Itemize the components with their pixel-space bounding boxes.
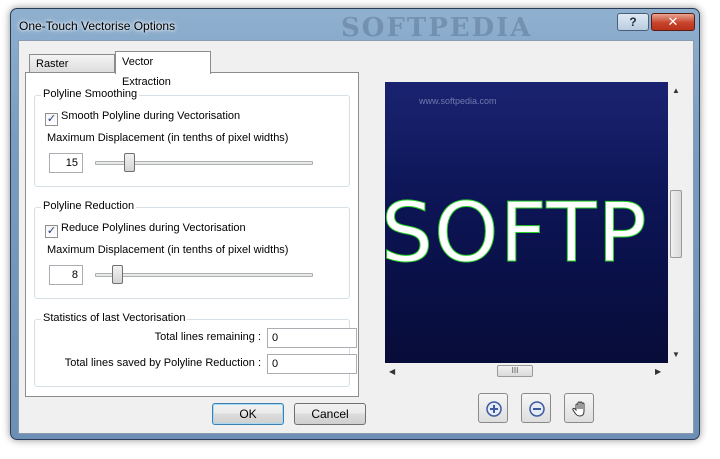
preview-vectorised-text: SOFTP <box>385 186 648 282</box>
scroll-up-arrow-icon[interactable]: ▲ <box>672 86 680 95</box>
statistics-legend: Statistics of last Vectorisation <box>41 312 188 324</box>
zoom-out-button[interactable] <box>521 393 551 423</box>
lines-saved-field: 0 <box>267 354 357 374</box>
cancel-button[interactable]: Cancel <box>294 403 366 425</box>
horizontal-scroll-thumb[interactable]: III <box>497 365 533 377</box>
smoothing-slider-thumb[interactable] <box>123 153 135 172</box>
tab-vector-extraction[interactable]: Vector Extraction <box>115 51 211 88</box>
zoom-in-icon <box>486 401 502 417</box>
help-button[interactable]: ? <box>617 13 649 31</box>
zoom-out-icon <box>529 401 545 417</box>
close-button[interactable]: ✕ <box>651 13 695 31</box>
preview-canvas[interactable]: www.softpedia.com SOFTP <box>385 82 668 363</box>
lines-remaining-field: 0 <box>267 328 357 348</box>
vertical-scroll-thumb[interactable] <box>670 190 682 258</box>
reduction-slider-track[interactable] <box>95 273 313 277</box>
statistics-group: Statistics of last Vectorisation Total l… <box>34 312 357 387</box>
preview-watermark: www.softpedia.com <box>419 96 497 106</box>
dialog-client-area: Raster Thinning Vector Extraction Polyli… <box>18 40 694 434</box>
smooth-polyline-checkbox[interactable]: ✓ <box>45 113 58 126</box>
scroll-right-arrow-icon[interactable]: ▶ <box>655 367 661 376</box>
hand-pan-icon <box>572 401 585 417</box>
title-watermark: SOFTPEDIA <box>341 13 533 43</box>
scroll-down-arrow-icon[interactable]: ▼ <box>672 350 680 359</box>
reduce-polylines-checkbox[interactable]: ✓ <box>45 225 58 238</box>
reduction-slider-thumb[interactable] <box>111 265 123 284</box>
polyline-reduction-group: Polyline Reduction ✓ Reduce Polylines dur… <box>34 200 350 299</box>
lines-saved-label: Total lines saved by Polyline Reduction … <box>64 357 261 369</box>
horizontal-scrollbar[interactable]: ◀ III ▶ <box>385 363 668 380</box>
title-bar[interactable]: One-Touch Vectorise Options SOFTPEDIA ? … <box>11 9 699 43</box>
lines-remaining-label: Total lines remaining : <box>154 331 261 343</box>
smooth-polyline-label: Smooth Polyline during Vectorisation <box>61 110 241 122</box>
tab-raster-thinning[interactable]: Raster Thinning <box>29 54 115 88</box>
window-title: One-Touch Vectorise Options <box>19 19 176 33</box>
vector-extraction-panel: Polyline Smoothing ✓ Smooth Polyline duri… <box>25 72 359 397</box>
reduce-polylines-label: Reduce Polylines during Vectorisation <box>61 222 246 234</box>
zoom-in-button[interactable] <box>478 393 508 423</box>
vector-preview-pane: www.softpedia.com SOFTP ▲ ▼ ◀ III ▶ <box>385 82 685 380</box>
smoothing-displacement-label: Maximum Displacement (in tenths of pixel… <box>47 132 289 144</box>
smoothing-displacement-input[interactable]: 15 <box>49 153 83 173</box>
smooth-polyline-checkbox-row[interactable]: ✓ Smooth Polyline during Vectorisation <box>45 110 240 126</box>
vertical-scrollbar[interactable]: ▲ ▼ <box>668 82 685 363</box>
ok-button[interactable]: OK <box>212 403 284 425</box>
polyline-reduction-legend: Polyline Reduction <box>41 200 137 212</box>
polyline-smoothing-group: Polyline Smoothing ✓ Smooth Polyline duri… <box>34 88 350 187</box>
pan-button[interactable] <box>564 393 594 423</box>
reduce-polylines-checkbox-row[interactable]: ✓ Reduce Polylines during Vectorisation <box>45 222 246 238</box>
reduction-displacement-label: Maximum Displacement (in tenths of pixel… <box>47 244 289 256</box>
reduction-displacement-input[interactable]: 8 <box>49 265 83 285</box>
scroll-left-arrow-icon[interactable]: ◀ <box>389 367 395 376</box>
dialog-window: One-Touch Vectorise Options SOFTPEDIA ? … <box>10 8 700 440</box>
